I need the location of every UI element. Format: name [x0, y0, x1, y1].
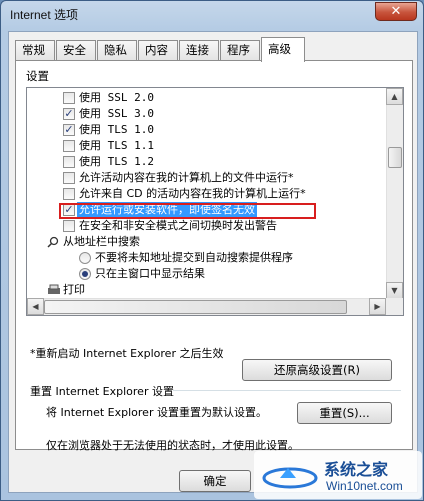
window-title: Internet 选项: [10, 8, 79, 22]
title-bar[interactable]: Internet 选项 ✕: [1, 1, 423, 31]
setting-label: 使用 TLS 1.2: [79, 155, 154, 168]
checkbox-mode-switch-warning[interactable]: [63, 220, 75, 232]
watermark-logo: 系统之家 Win10net.com: [254, 451, 422, 499]
horizontal-scroll-thumb[interactable]: [44, 300, 347, 314]
scroll-left-button[interactable]: ◀: [27, 298, 44, 315]
checkbox-active-content-cd[interactable]: [63, 188, 75, 200]
watermark-url: Win10net.com: [326, 479, 403, 493]
reset-description: 将 Internet Explorer 设置重置为默认设置。: [46, 406, 267, 419]
search-icon: [47, 236, 59, 250]
tab-advanced[interactable]: 高级: [261, 37, 305, 62]
watermark-emblem: [262, 458, 318, 490]
tab-connections[interactable]: 连接: [179, 40, 219, 61]
setting-label: 在安全和非安全模式之间切换时发出警告: [79, 219, 277, 232]
radio-no-submit[interactable]: [79, 252, 91, 264]
checkbox-tls12[interactable]: [63, 156, 75, 168]
restore-advanced-settings-button[interactable]: 还原高级设置(R): [242, 359, 392, 381]
printer-icon: [47, 284, 61, 298]
scrollbar-corner: [386, 298, 403, 315]
checkbox-tls11[interactable]: [63, 140, 75, 152]
radio-label: 不要将未知地址提交到自动搜索提供程序: [95, 251, 293, 264]
setting-label: 允许运行或安装软件，即使签名无效: [77, 202, 257, 218]
settings-group-label: 设置: [26, 69, 49, 83]
section-divider: [173, 390, 401, 391]
category-label: 从地址栏中搜索: [63, 235, 140, 248]
setting-label: 使用 TLS 1.1: [79, 139, 154, 152]
close-button[interactable]: ✕: [375, 2, 417, 21]
tab-security[interactable]: 安全: [56, 40, 96, 61]
scroll-down-button[interactable]: ▼: [386, 282, 403, 299]
setting-label: 使用 SSL 3.0: [79, 107, 154, 120]
scroll-up-button[interactable]: ▲: [386, 88, 403, 105]
radio-main-window[interactable]: [79, 268, 91, 280]
setting-allow-invalid-signature[interactable]: ✓ 允许运行或安装软件，即使签名无效: [27, 202, 386, 219]
checkbox-ssl2[interactable]: [63, 92, 75, 104]
tab-programs[interactable]: 程序: [220, 40, 260, 61]
setting-label: 使用 SSL 2.0: [79, 91, 154, 104]
setting-label: 允许来自 CD 的活动内容在我的计算机上运行*: [79, 187, 306, 200]
watermark-title: 系统之家: [324, 460, 389, 479]
ok-button[interactable]: 确定: [179, 470, 251, 492]
checkbox-active-content-files[interactable]: [63, 172, 75, 184]
vertical-scrollbar[interactable]: ▲ ▼: [386, 88, 403, 299]
settings-listbox[interactable]: 使用 SSL 2.0 ✓ 使用 SSL 3.0 ✓ 使用 TLS 1.0 使用 …: [26, 87, 404, 316]
tab-general[interactable]: 常规: [15, 40, 55, 61]
setting-label: 允许活动内容在我的计算机上的文件中运行*: [79, 171, 294, 184]
category-label: 打印: [63, 283, 85, 296]
scroll-right-button[interactable]: ▶: [369, 298, 386, 315]
radio-label: 只在主窗口中显示结果: [95, 267, 205, 280]
advanced-panel: 设置 使用 SSL 2.0 ✓ 使用 SSL 3.0 ✓ 使用 TLS 1.0: [15, 60, 413, 452]
reset-button[interactable]: 重置(S)...: [297, 402, 392, 424]
tab-content[interactable]: 内容: [138, 40, 178, 61]
reset-section-title: 重置 Internet Explorer 设置: [30, 385, 174, 398]
checkbox-allow-invalid-signature[interactable]: ✓: [63, 204, 75, 216]
setting-label: 使用 TLS 1.0: [79, 123, 154, 136]
checkbox-tls10[interactable]: ✓: [63, 124, 75, 136]
vertical-scroll-thumb[interactable]: [388, 147, 402, 168]
tab-privacy[interactable]: 隐私: [97, 40, 137, 61]
internet-options-window: Internet 选项 ✕ 常规 安全 隐私 内容 连接 程序 高级 设置 使用…: [0, 0, 424, 501]
restart-note: *重新启动 Internet Explorer 之后生效: [30, 347, 224, 360]
settings-list: 使用 SSL 2.0 ✓ 使用 SSL 3.0 ✓ 使用 TLS 1.0 使用 …: [27, 88, 386, 299]
dialog-body: 常规 安全 隐私 内容 连接 程序 高级 设置 使用 SSL 2.0 ✓ 使用 …: [8, 31, 418, 493]
horizontal-scrollbar[interactable]: ◀ ▶: [27, 298, 386, 315]
checkbox-ssl3[interactable]: ✓: [63, 108, 75, 120]
